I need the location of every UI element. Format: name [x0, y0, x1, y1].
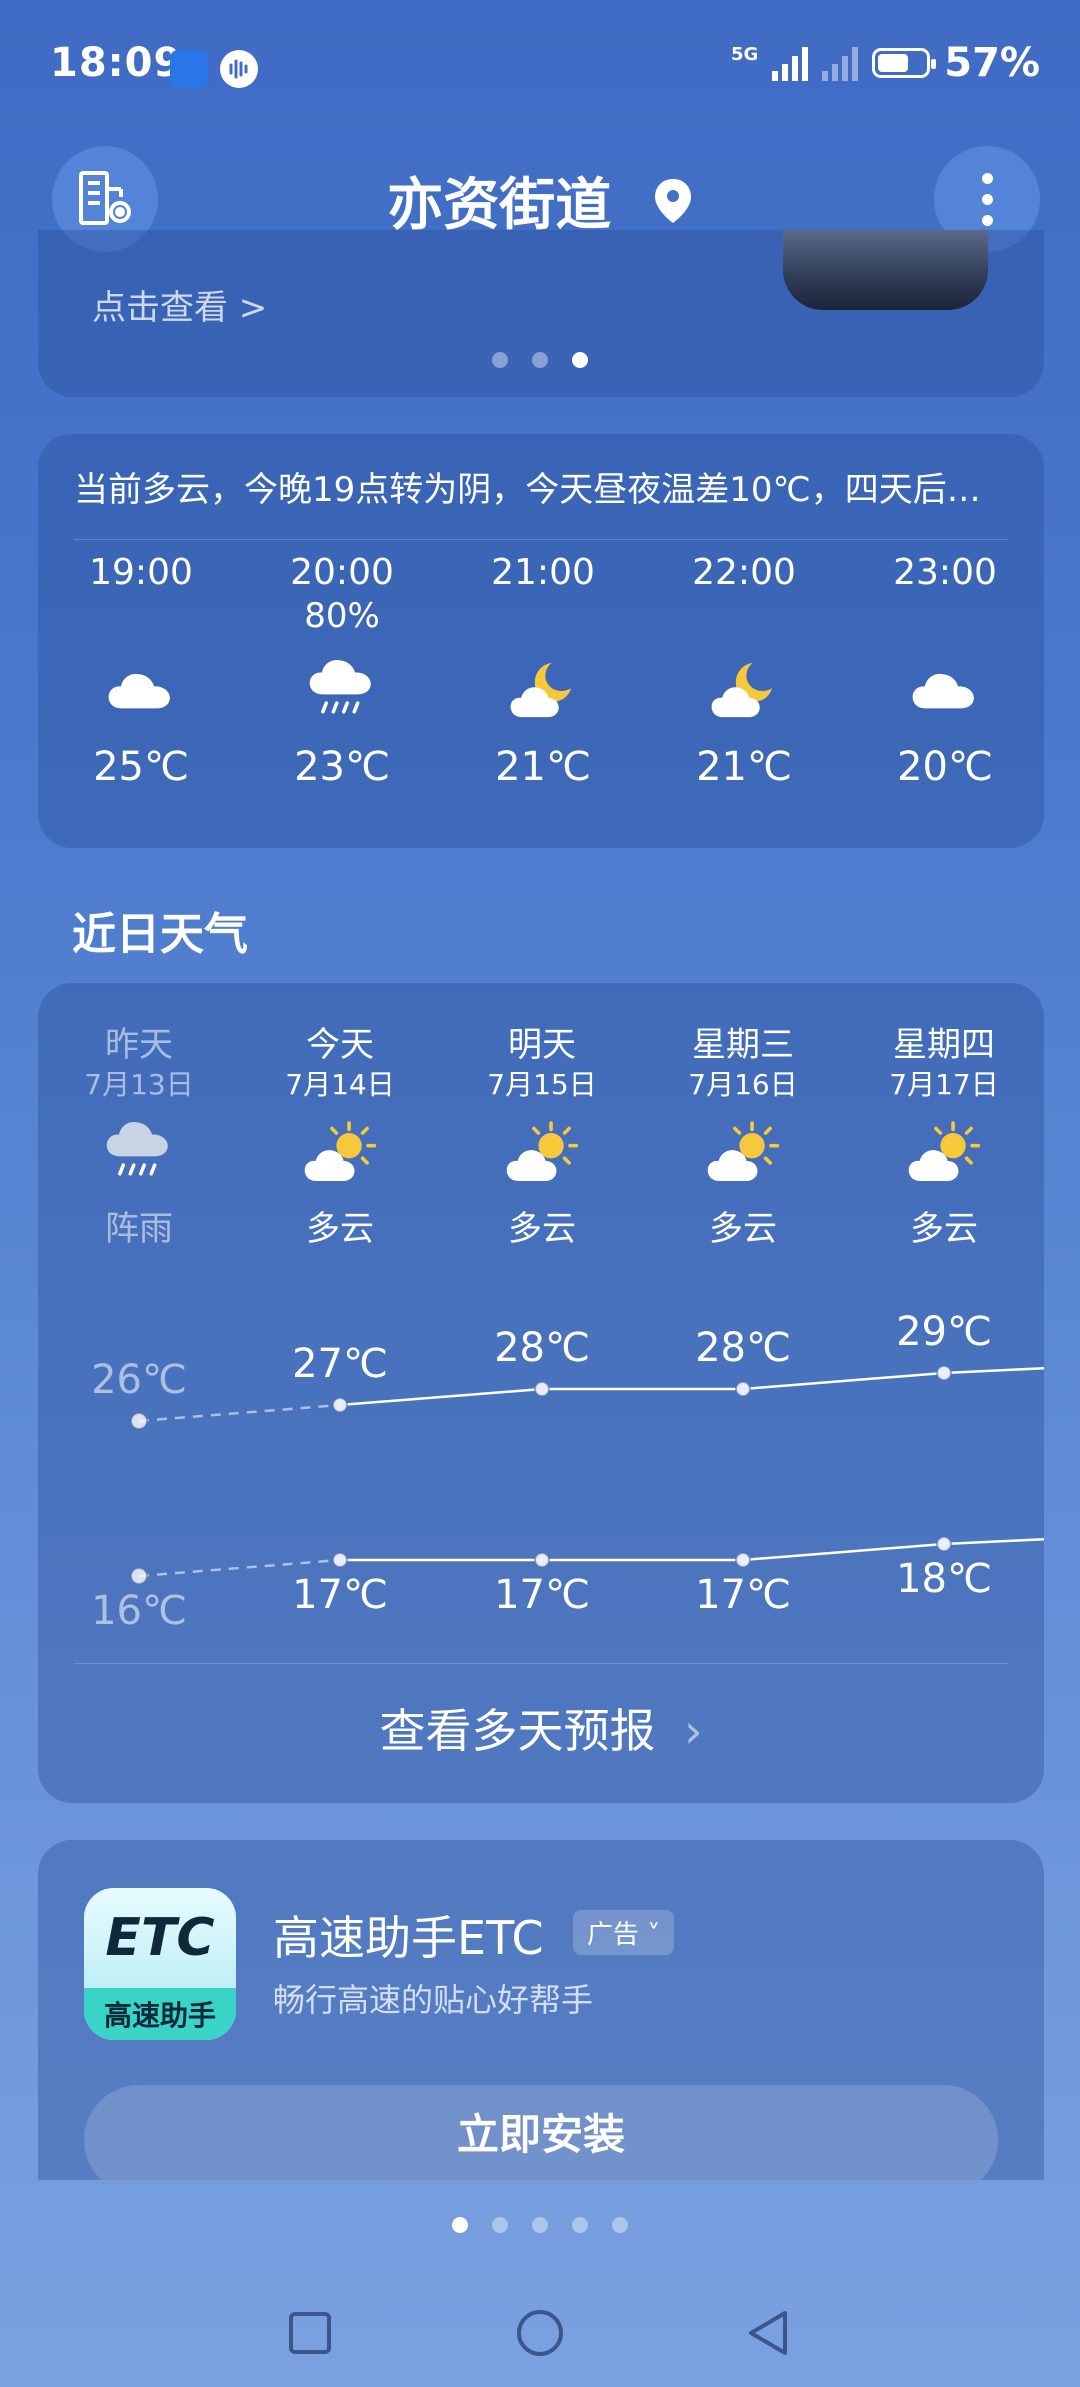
location-pin-icon	[654, 178, 691, 223]
ad-subtitle: 畅行高速的贴心好帮手	[273, 1981, 594, 2019]
banner-pager	[492, 352, 588, 368]
high-label: 28℃	[494, 1325, 590, 1371]
rain-icon	[242, 640, 442, 740]
battery-percent: 57%	[944, 40, 1040, 86]
network-type: 5G	[730, 44, 759, 65]
triangle-back-icon[interactable]	[745, 2308, 791, 2358]
location-title[interactable]: 亦资街道	[0, 160, 1080, 241]
precip-chance	[443, 596, 643, 640]
ad-card[interactable]: ETC 高速助手 高速助手ETC 广告 ˅ 畅行高速的贴心好帮手 立即安装	[38, 1840, 1044, 2180]
page-title: 亦资街道	[387, 173, 612, 238]
more-forecast-button[interactable]: 查看多天预报 ›	[38, 1695, 1044, 1761]
install-button[interactable]: 立即安装	[84, 2085, 998, 2180]
hourly-item: 20:00 80% 23℃	[242, 552, 442, 790]
high-label: 27℃	[292, 1341, 388, 1387]
cloudy-icon	[41, 640, 241, 740]
low-point	[735, 1552, 751, 1568]
low-label: 17℃	[292, 1572, 388, 1618]
section-title: 近日天气	[72, 909, 248, 960]
high-line-segment	[138, 1403, 341, 1423]
low-point	[936, 1536, 952, 1552]
hour-time: 23:00	[893, 552, 997, 593]
view-link[interactable]: 点击查看 >	[92, 280, 267, 329]
hour-time: 22:00	[692, 552, 796, 593]
daily-forecast-card[interactable]: 昨天 7月13日 阵雨 今天 7月14日 多云 明天 7月15日 多云 星期三 7月1…	[38, 983, 1045, 1803]
hour-temp: 23℃	[294, 744, 390, 790]
hour-time: 20:00	[290, 552, 394, 593]
precip-chance: 80%	[304, 596, 380, 636]
status-time: 18:09	[50, 40, 183, 86]
chevron-right-icon: ›	[684, 1704, 703, 1758]
precip-chance	[845, 596, 1045, 640]
hour-temp: 20℃	[897, 744, 993, 790]
notification-app-icon	[170, 50, 208, 88]
banner-thumbnail	[783, 230, 988, 310]
ad-title: 高速助手ETC	[273, 1911, 544, 1965]
precip-chance	[644, 596, 844, 640]
divider	[74, 1663, 1008, 1664]
high-point	[332, 1397, 348, 1413]
hour-time: 21:00	[491, 552, 595, 593]
high-point	[936, 1365, 952, 1381]
high-point	[534, 1381, 550, 1397]
hourly-forecast-card[interactable]: 当前多云，今晚19点转为阴，今天昼夜温差10℃，四天后… 19:00 25℃ 20…	[38, 434, 1044, 848]
low-label: 16℃	[91, 1588, 187, 1634]
hour-temp: 21℃	[696, 744, 792, 790]
high-point	[735, 1381, 751, 1397]
signal-secondary-icon	[822, 45, 859, 81]
partly-cloudy-night-icon	[644, 640, 844, 740]
status-right: 5G 57%	[731, 40, 1040, 86]
low-label: 17℃	[494, 1572, 590, 1618]
hour-temp: 21℃	[495, 744, 591, 790]
signal-icon	[772, 45, 809, 81]
high-line-segment	[742, 1371, 945, 1391]
hourly-item: 19:00 25℃	[41, 552, 241, 790]
low-label: 18℃	[896, 1556, 992, 1602]
cloudy-icon	[845, 640, 1045, 740]
low-point	[130, 1567, 148, 1585]
hourly-item: 21:00 21℃	[443, 552, 643, 790]
partly-cloudy-night-icon	[443, 640, 643, 740]
battery-icon	[872, 48, 937, 78]
high-point	[130, 1412, 148, 1430]
low-line-tail	[943, 1537, 1045, 1546]
more-vertical-icon	[981, 172, 993, 184]
low-point	[332, 1552, 348, 1568]
news-banner-card[interactable]: 点击查看 >	[38, 230, 1044, 397]
high-label: 28℃	[695, 1325, 791, 1371]
hourly-item: 22:00 21℃	[644, 552, 844, 790]
voice-assistant-icon	[220, 50, 258, 88]
page-indicator	[0, 2217, 1080, 2233]
low-point	[534, 1552, 550, 1568]
hour-temp: 25℃	[93, 744, 189, 790]
hour-time: 19:00	[89, 552, 193, 593]
system-nav-bar	[0, 2290, 1080, 2380]
square-recent-icon[interactable]	[287, 2310, 333, 2356]
high-label: 26℃	[91, 1357, 187, 1403]
circle-home-icon[interactable]	[515, 2308, 565, 2358]
ad-badge[interactable]: 广告 ˅	[573, 1910, 675, 1955]
temperature-chart	[130, 1365, 1045, 1585]
ad-badge-label: 广告	[587, 1920, 640, 1950]
hourly-item: 23:00 20℃	[845, 552, 1045, 790]
high-line-tail	[943, 1366, 1045, 1375]
high-label: 29℃	[896, 1309, 992, 1355]
logo-text: ETC	[84, 1888, 236, 1988]
weather-summary: 当前多云，今晚19点转为阴，今天昼夜温差10℃，四天后…	[74, 462, 1008, 540]
precip-chance	[41, 596, 241, 640]
low-label: 17℃	[695, 1572, 791, 1618]
high-line-segment	[339, 1387, 543, 1407]
logo-subtext: 高速助手	[84, 1988, 236, 2040]
etc-app-logo: ETC 高速助手	[84, 1888, 236, 2040]
more-forecast-label: 查看多天预报	[379, 1704, 656, 1758]
chevron-down-icon: ˅	[647, 1920, 661, 1950]
